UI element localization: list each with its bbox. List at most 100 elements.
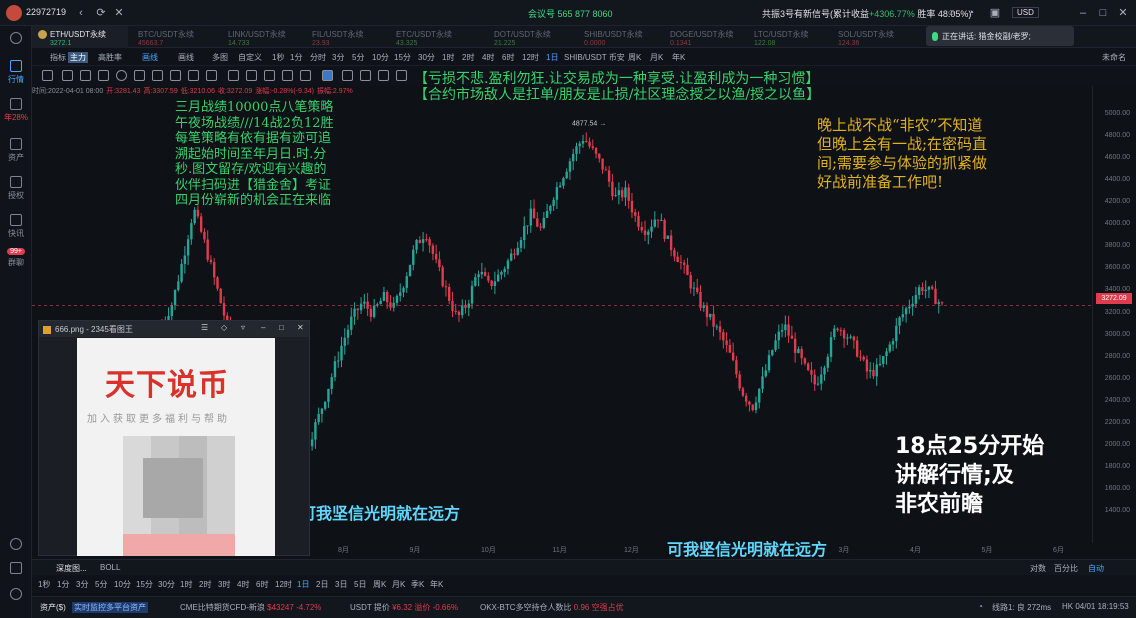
- tf-1d[interactable]: 1日: [546, 52, 558, 63]
- nav-back-icon[interactable]: ‹: [74, 6, 88, 20]
- toolbar-indicator[interactable]: 指标: [50, 52, 66, 63]
- tf-bottom-18[interactable]: 月K: [392, 579, 405, 590]
- rail-item-annual[interactable]: 年28%: [0, 98, 32, 123]
- ticker-usdt[interactable]: USDT 提价 ¥6.32 溢价 -0.66%: [350, 602, 458, 613]
- phone-icon[interactable]: [0, 562, 32, 576]
- viewer-titlebar[interactable]: 666.png - 2345看图王 ☰ ◇ ▿ – □ ✕: [39, 321, 309, 337]
- trendline-icon[interactable]: [62, 70, 73, 81]
- color-icon[interactable]: [322, 70, 333, 81]
- user-icon[interactable]: ◔: [964, 6, 978, 20]
- settings-small-icon[interactable]: [378, 70, 389, 81]
- viewer-maximize-icon[interactable]: □: [279, 323, 284, 332]
- signal-announcement[interactable]: 共振3号有新信号(累计收益+4306.77% 胜率 48.05%): [762, 7, 971, 20]
- tab-etc[interactable]: ETC/USDT永续 43.325: [390, 26, 480, 48]
- fib-icon[interactable]: [134, 70, 145, 81]
- tf-12h[interactable]: 12时: [522, 52, 539, 63]
- tf-bottom-16[interactable]: 5日: [354, 579, 366, 590]
- currency-select[interactable]: USD: [1012, 7, 1039, 18]
- meeting-id[interactable]: 会议号 565 877 8060: [528, 7, 613, 20]
- scale-log[interactable]: 对数: [1030, 563, 1046, 574]
- tf-bottom-20[interactable]: 年K: [430, 579, 443, 590]
- tf-4h[interactable]: 4时: [482, 52, 494, 63]
- minimize-icon[interactable]: –: [1076, 6, 1090, 20]
- tab-dot[interactable]: DOT/USDT永续 21.225: [488, 26, 578, 48]
- tf-year[interactable]: 年K: [672, 52, 685, 63]
- scale-auto[interactable]: 自动: [1088, 563, 1104, 574]
- crosshair-icon[interactable]: [42, 70, 53, 81]
- tf-2h[interactable]: 2时: [462, 52, 474, 63]
- tf-10m[interactable]: 10分: [372, 52, 389, 63]
- tab-shib[interactable]: SHIB/USDT永续 0.0000: [578, 26, 668, 48]
- tf-week[interactable]: 周K: [628, 52, 641, 63]
- tab-sol[interactable]: SOL/USDT永续 124.36: [832, 26, 922, 48]
- tf-bottom-14[interactable]: 2日: [316, 579, 328, 590]
- rail-item-market[interactable]: 行情: [0, 60, 32, 85]
- tf-bottom-1[interactable]: 1分: [57, 579, 69, 590]
- tf-30m[interactable]: 30分: [418, 52, 435, 63]
- measure-icon[interactable]: [228, 70, 239, 81]
- close-window-icon[interactable]: ✕: [1116, 6, 1130, 20]
- ticker-okx[interactable]: OKX-BTC多空持仓人数比 0.96 空强占优: [480, 602, 624, 613]
- magnet-icon[interactable]: [246, 70, 257, 81]
- tf-bottom-13[interactable]: 1日: [297, 579, 309, 590]
- brush-icon[interactable]: [188, 70, 199, 81]
- tf-15m[interactable]: 15分: [394, 52, 411, 63]
- delete-icon[interactable]: [300, 70, 311, 81]
- rect-icon[interactable]: [206, 70, 217, 81]
- viewer-minimize-icon[interactable]: –: [261, 323, 265, 332]
- tf-bottom-6[interactable]: 30分: [158, 579, 175, 590]
- tf-bottom-8[interactable]: 2时: [199, 579, 211, 590]
- tf-bottom-10[interactable]: 4时: [237, 579, 249, 590]
- viewer-pin-icon[interactable]: ▿: [241, 323, 245, 332]
- tf-bottom-3[interactable]: 5分: [95, 579, 107, 590]
- toolbar-winrate[interactable]: 高胜率: [98, 52, 122, 63]
- tf-bottom-12[interactable]: 12时: [275, 579, 292, 590]
- indicator-boll[interactable]: BOLL: [100, 563, 120, 572]
- tf-bottom-2[interactable]: 3分: [76, 579, 88, 590]
- tf-1h[interactable]: 1时: [442, 52, 454, 63]
- tf-bottom-11[interactable]: 6时: [256, 579, 268, 590]
- tf-3m[interactable]: 3分: [332, 52, 344, 63]
- close-tab-icon[interactable]: ✕: [112, 6, 126, 20]
- depth-chart-tab[interactable]: 深度图...: [56, 563, 87, 574]
- tf-bottom-15[interactable]: 3日: [335, 579, 347, 590]
- zoom-icon[interactable]: [342, 70, 353, 81]
- viewer-menu-icon[interactable]: ☰: [201, 323, 208, 332]
- live-monitor-link[interactable]: 实时监控多平台资产: [72, 602, 148, 613]
- scale-percent[interactable]: 百分比: [1054, 563, 1078, 574]
- assets-label[interactable]: 资产($): [40, 602, 66, 613]
- rail-item-auth[interactable]: 授权: [0, 176, 32, 201]
- price-axis[interactable]: 5000.00 4800.00 4600.00 4400.00 4200.00 4000.…: [1092, 86, 1136, 543]
- gift-icon[interactable]: ▣: [988, 6, 1002, 20]
- tf-1m[interactable]: 1分: [290, 52, 302, 63]
- tab-ltc[interactable]: LTC/USDT永续 122.08: [748, 26, 838, 48]
- nav-refresh-icon[interactable]: ⟳: [94, 6, 108, 20]
- tab-doge[interactable]: DOGE/USDT永续 0.1341: [664, 26, 754, 48]
- tf-bottom-19[interactable]: 季K: [411, 579, 424, 590]
- viewer-close-icon[interactable]: ✕: [297, 323, 304, 332]
- undo-icon[interactable]: [396, 70, 407, 81]
- tf-bottom-4[interactable]: 10分: [114, 579, 131, 590]
- toolbar-draw[interactable]: 画线: [142, 52, 158, 63]
- hline-icon[interactable]: [80, 70, 91, 81]
- tab-fil[interactable]: FIL/USDT永续 23.93: [306, 26, 396, 48]
- rail-item-assets[interactable]: 资产: [0, 138, 32, 163]
- tf-bottom-5[interactable]: 15分: [136, 579, 153, 590]
- headset-icon[interactable]: [0, 538, 32, 552]
- arrow-icon[interactable]: [152, 70, 163, 81]
- rail-item-chat[interactable]: 99+ 群聊: [0, 248, 32, 268]
- viewer-skin-icon[interactable]: ◇: [221, 323, 227, 332]
- tf-bottom-7[interactable]: 1时: [180, 579, 192, 590]
- eye-icon[interactable]: [282, 70, 293, 81]
- account-avatar[interactable]: [6, 5, 22, 21]
- tf-timeline[interactable]: 分时: [310, 52, 326, 63]
- tab-link[interactable]: LINK/USDT永续 14.733: [222, 26, 312, 48]
- image-viewer-window[interactable]: 666.png - 2345看图王 ☰ ◇ ▿ – □ ✕ 天下说币 加入获取更…: [38, 320, 310, 556]
- toolbar-multi[interactable]: 多图: [212, 52, 228, 63]
- tf-6h[interactable]: 6时: [502, 52, 514, 63]
- circle-icon[interactable]: [116, 70, 127, 81]
- toolbar-main[interactable]: 主力: [68, 52, 88, 63]
- ticker-cme[interactable]: CME比特期货CFD-新浪 $43247 -4.72%: [180, 602, 321, 613]
- tf-bottom-0[interactable]: 1秒: [38, 579, 50, 590]
- screenshot-icon[interactable]: [360, 70, 371, 81]
